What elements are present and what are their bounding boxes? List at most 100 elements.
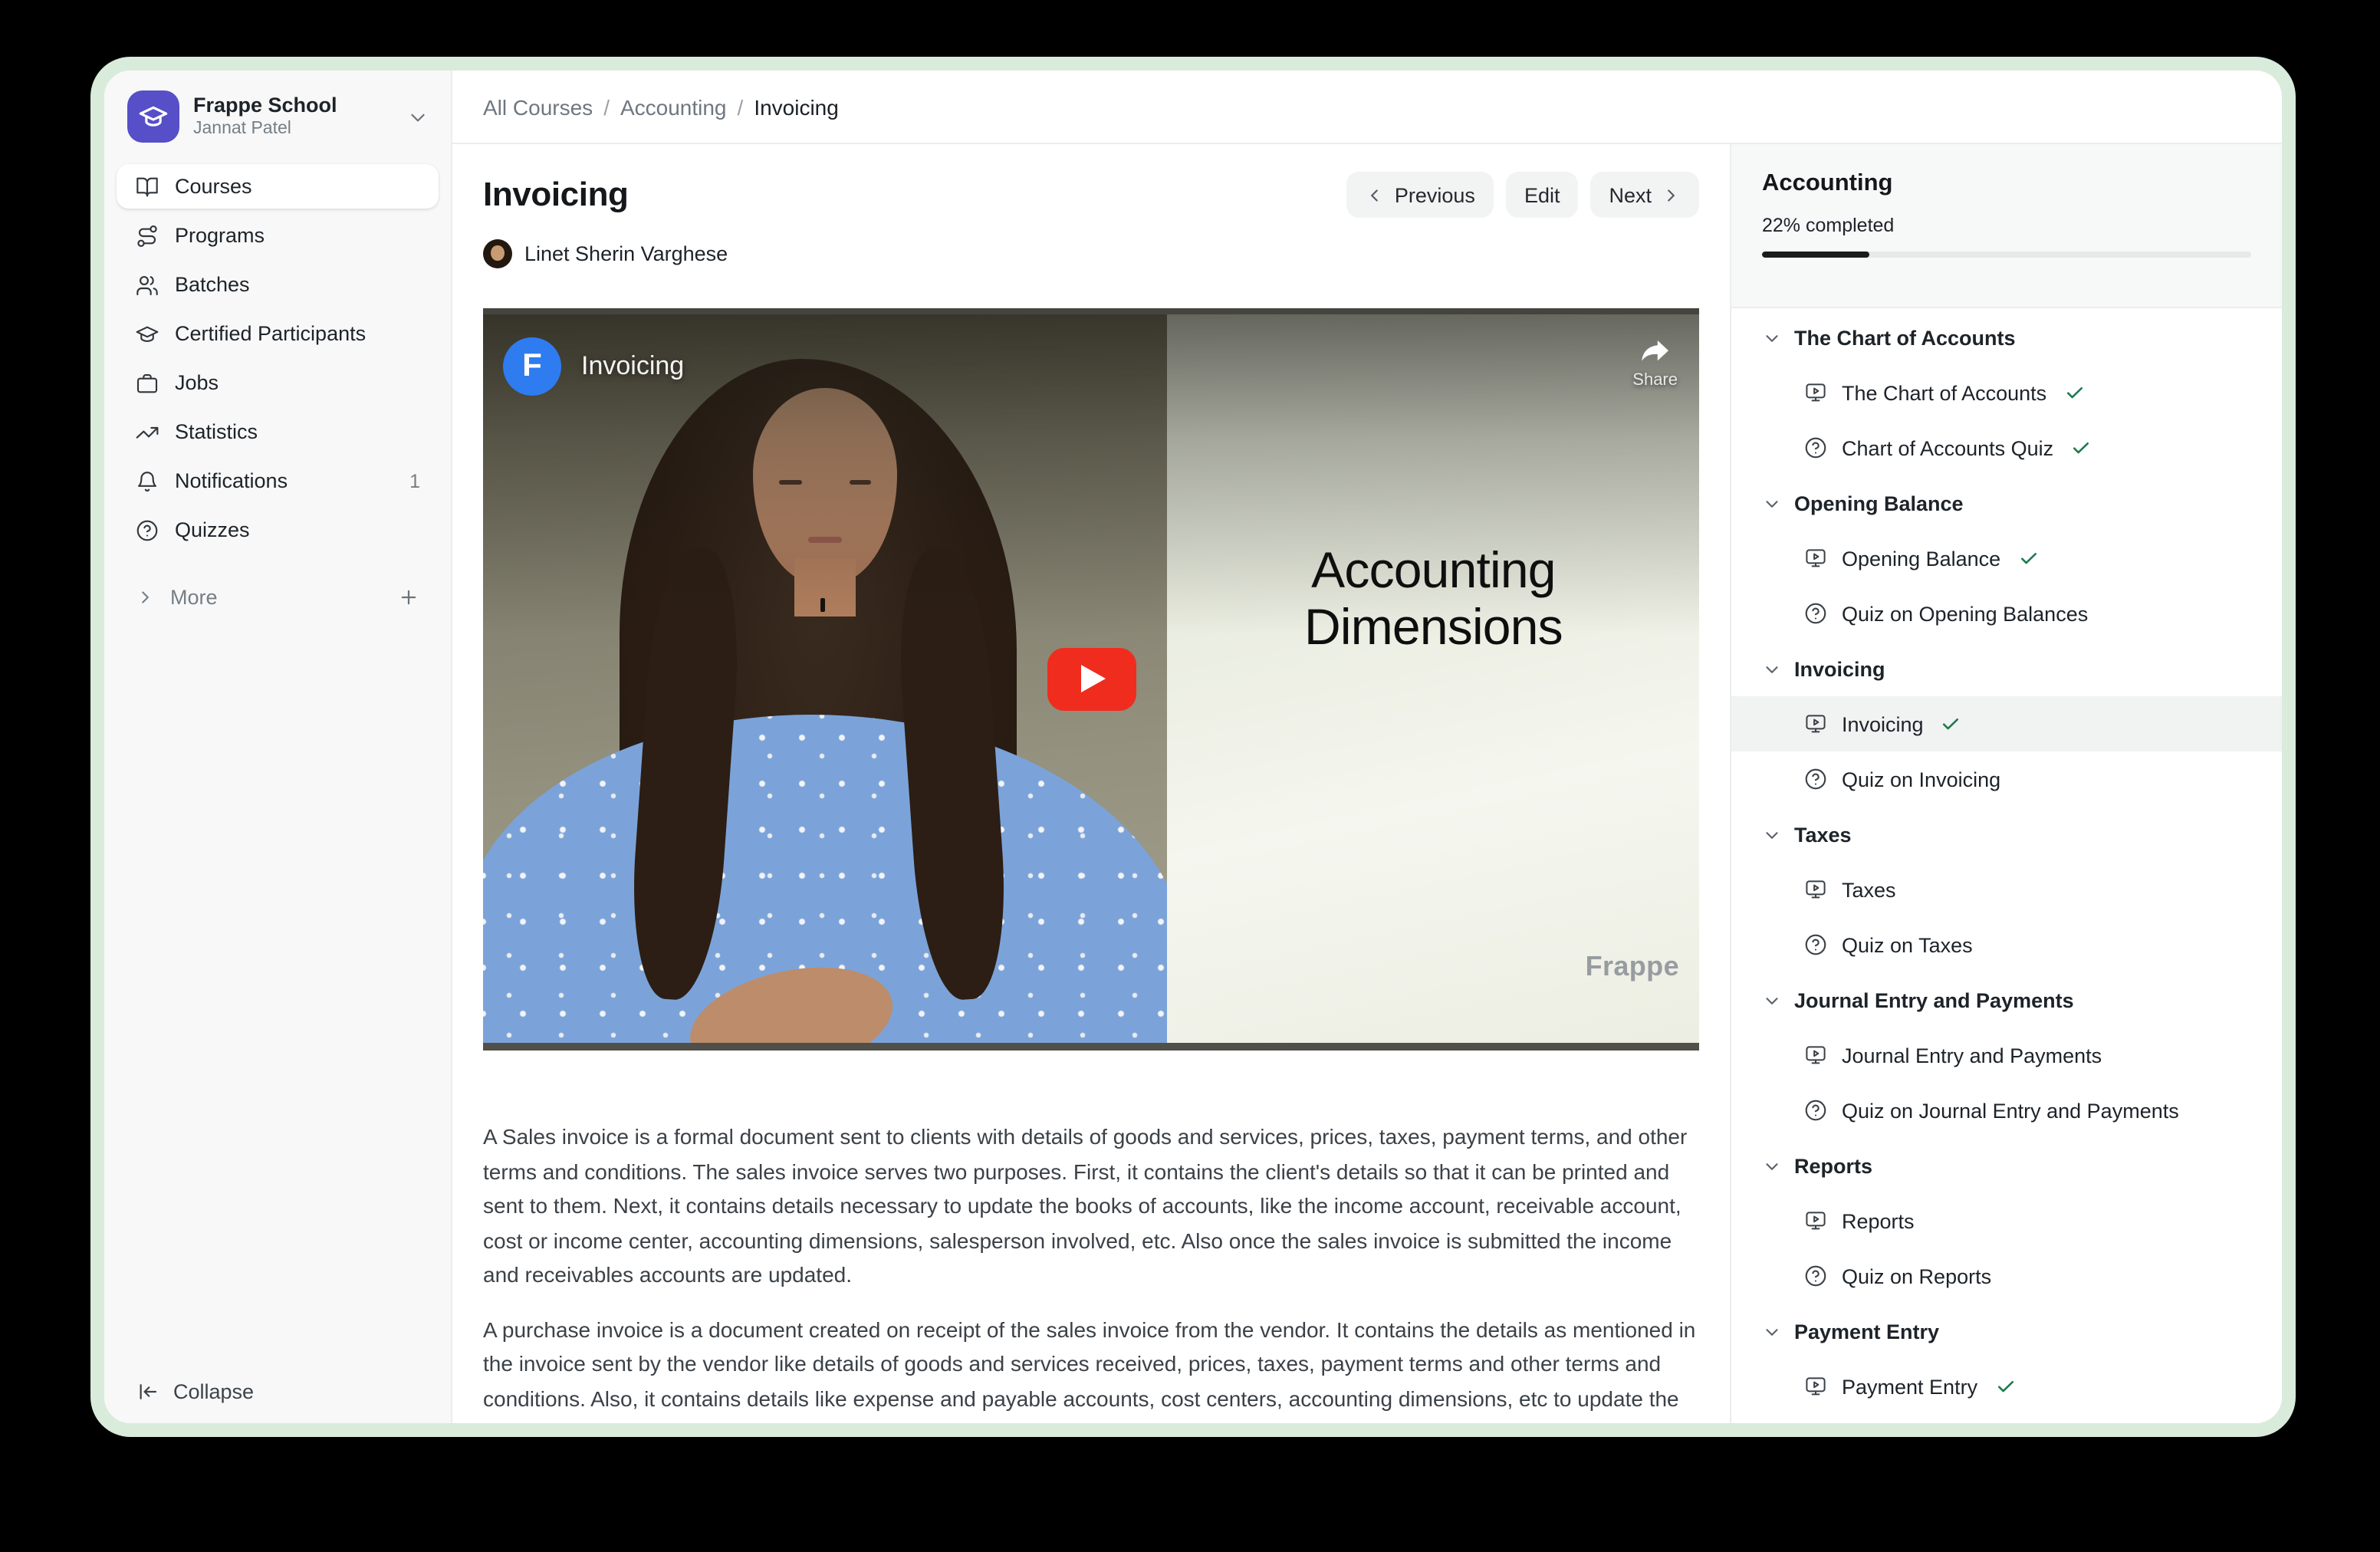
edit-button[interactable]: Edit: [1506, 172, 1579, 218]
page-title: Invoicing: [483, 175, 629, 215]
sidebar-nav: Courses ProgramsBatches Certified Particip…: [104, 158, 451, 552]
video-lesson-icon: [1803, 877, 1828, 902]
previous-button[interactable]: Previous: [1347, 172, 1494, 218]
lavalier-mic: [820, 599, 824, 613]
sidebar-more-toggle[interactable]: More: [117, 577, 439, 617]
lesson-item-the-chart-of-accounts[interactable]: The Chart of Accounts: [1731, 365, 2282, 420]
quiz-icon: [1803, 436, 1828, 460]
play-icon: [1081, 665, 1106, 692]
lesson-item-opening-balance[interactable]: Opening Balance: [1731, 531, 2282, 586]
outline-section-invoicing[interactable]: Invoicing: [1731, 641, 2282, 696]
lesson-item-label: Invoicing: [1842, 712, 1924, 735]
share-label: Share: [1632, 371, 1678, 390]
route-icon: [135, 223, 159, 248]
sidebar-item-statistics[interactable]: Statistics: [117, 409, 439, 454]
sidebar-item-certified-participants[interactable]: Certified Participants: [117, 311, 439, 356]
completed-check-icon: [2063, 382, 2085, 403]
play-button[interactable]: [1047, 647, 1136, 710]
chevron-down-icon[interactable]: [406, 105, 429, 128]
video-lesson-icon: [1803, 546, 1828, 570]
sidebar-item-label: Jobs: [175, 371, 219, 394]
app-title: Frappe School: [193, 93, 337, 117]
content-area: All Courses/Accounting/Invoicing Invoici…: [452, 71, 2282, 1423]
breadcrumb: All Courses/Accounting/Invoicing: [483, 94, 839, 119]
breadcrumb-current: Invoicing: [754, 94, 839, 119]
help-circle-icon: [135, 518, 159, 542]
lesson-item-label: Journal Entry and Payments: [1842, 1044, 2102, 1067]
users-icon: [135, 272, 159, 297]
outline-section-taxes[interactable]: Taxes: [1731, 807, 2282, 862]
lesson-item-chart-of-accounts-quiz[interactable]: Chart of Accounts Quiz: [1731, 420, 2282, 475]
lesson-item-quiz-on-opening-balances[interactable]: Quiz on Opening Balances: [1731, 586, 2282, 641]
outline-section-title: The Chart of Accounts: [1794, 326, 2016, 349]
video-title[interactable]: Invoicing: [581, 351, 684, 382]
quiz-icon: [1803, 1264, 1828, 1288]
collapse-label: Collapse: [173, 1380, 254, 1403]
outline-section-reports[interactable]: Reports: [1731, 1138, 2282, 1193]
collapse-sidebar-icon: [136, 1380, 159, 1403]
lesson-item-quiz-on-taxes[interactable]: Quiz on Taxes: [1731, 917, 2282, 972]
chevron-down-icon: [1762, 493, 1782, 513]
video-lesson-icon: [1803, 1208, 1828, 1233]
app-frame: Frappe School Jannat Patel Courses Progra…: [90, 57, 2296, 1437]
lesson-item-quiz-on-reports[interactable]: Quiz on Reports: [1731, 1248, 2282, 1304]
plus-icon[interactable]: [397, 585, 420, 608]
workspace-switcher[interactable]: Frappe School Jannat Patel: [104, 71, 451, 158]
breadcrumb-link-all-courses[interactable]: All Courses: [483, 94, 593, 119]
bell-icon: [135, 469, 159, 493]
frappe-school-logo-icon: [127, 90, 179, 143]
user-name: Jannat Patel: [193, 120, 337, 140]
outline-section-payment-entry[interactable]: Payment Entry: [1731, 1304, 2282, 1359]
lesson-item-journal-entry-and-payments[interactable]: Journal Entry and Payments: [1731, 1028, 2282, 1083]
channel-avatar[interactable]: F: [503, 337, 561, 396]
outline-section-title: Opening Balance: [1794, 492, 1964, 515]
lesson-item-payment-entry[interactable]: Payment Entry: [1731, 1359, 2282, 1414]
outline-section-title: Journal Entry and Payments: [1794, 988, 2074, 1011]
sidebar-item-label: Certified Participants: [175, 322, 366, 345]
presenter-face: [754, 387, 898, 584]
next-label: Next: [1609, 183, 1652, 206]
completed-check-icon: [2017, 547, 2039, 569]
lesson-paragraph: A purchase invoice is a document created…: [483, 1312, 1699, 1423]
lesson-item-label: Chart of Accounts Quiz: [1842, 436, 2053, 459]
sidebar-item-jobs[interactable]: Jobs: [117, 360, 439, 405]
outline-section-title: Reports: [1794, 1154, 1872, 1177]
share-button[interactable]: Share: [1632, 333, 1678, 390]
video-lesson-icon: [1803, 712, 1828, 736]
author-row: Linet Sherin Varghese: [483, 239, 1699, 268]
lesson-item-reports[interactable]: Reports: [1731, 1193, 2282, 1248]
outline-section-the-chart-of-accounts[interactable]: The Chart of Accounts: [1731, 310, 2282, 365]
sidebar-item-batches[interactable]: Batches: [117, 262, 439, 307]
author-avatar: [483, 239, 512, 268]
lesson-item-label: Quiz on Journal Entry and Payments: [1842, 1099, 2179, 1122]
outline-section-opening-balance[interactable]: Opening Balance: [1731, 475, 2282, 531]
sidebar-item-quizzes[interactable]: Quizzes: [117, 508, 439, 552]
lesson-item-label: Quiz on Invoicing: [1842, 768, 2000, 791]
sidebar-item-courses[interactable]: Courses: [117, 164, 439, 209]
sidebar-item-programs[interactable]: Programs: [117, 213, 439, 258]
lesson-title-row: Invoicing Previous Edit: [483, 172, 1699, 218]
breadcrumb-link-accounting[interactable]: Accounting: [620, 94, 727, 119]
sidebar-item-label: Statistics: [175, 420, 258, 443]
course-progress-text: 22% completed: [1762, 215, 2251, 236]
lesson-item-label: Reports: [1842, 1209, 1915, 1232]
lesson-item-quiz-on-journal-entry-and-payments[interactable]: Quiz on Journal Entry and Payments: [1731, 1083, 2282, 1138]
lesson-main: Invoicing Previous Edit: [452, 144, 1730, 1423]
lesson-item-quiz-on-invoicing[interactable]: Quiz on Invoicing: [1731, 751, 2282, 807]
lesson-item-taxes[interactable]: Taxes: [1731, 862, 2282, 917]
outline-section-journal-entry-and-payments[interactable]: Journal Entry and Payments: [1731, 972, 2282, 1028]
chevron-right-icon: [1661, 185, 1681, 205]
next-button[interactable]: Next: [1590, 172, 1699, 218]
share-icon: [1637, 333, 1674, 370]
video-player[interactable]: Accounting Dimensions F Invoicing Share: [483, 308, 1699, 1051]
chevron-down-icon: [1762, 1156, 1782, 1176]
completed-check-icon: [1994, 1376, 2016, 1397]
sidebar-item-label: Courses: [175, 175, 252, 198]
chevron-down-icon: [1762, 824, 1782, 844]
breadcrumb-separator: /: [603, 94, 610, 119]
lesson-item-invoicing[interactable]: Invoicing: [1731, 696, 2282, 751]
completed-check-icon: [1941, 713, 1962, 735]
trending-up-icon: [135, 419, 159, 444]
sidebar-item-notifications[interactable]: Notifications1: [117, 459, 439, 503]
sidebar-collapse-button[interactable]: Collapse: [136, 1380, 254, 1403]
